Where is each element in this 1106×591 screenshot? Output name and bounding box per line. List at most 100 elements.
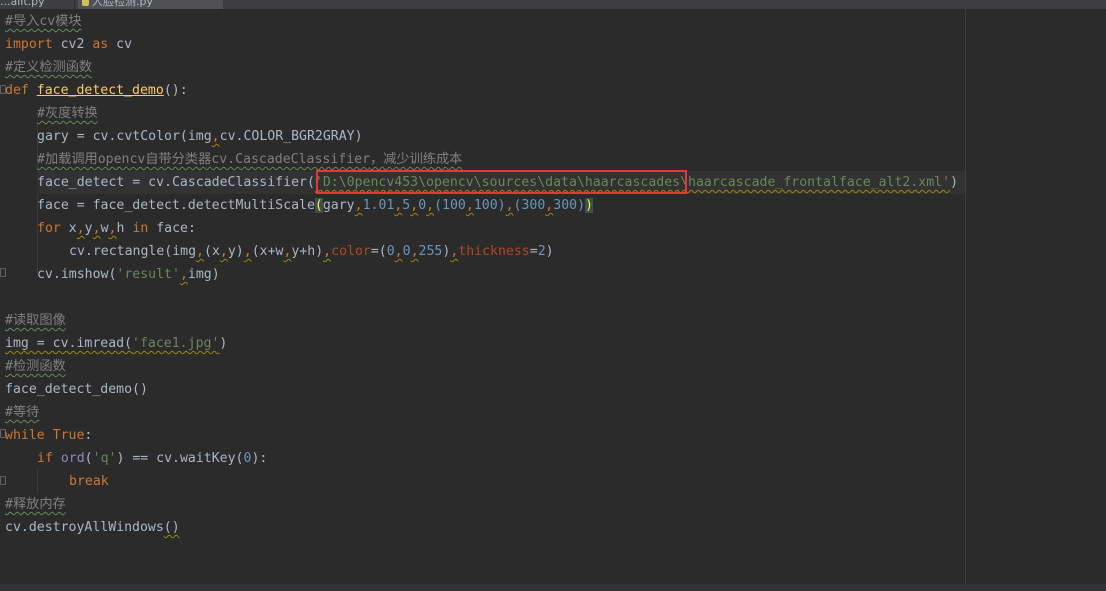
- keyword: for: [37, 221, 61, 236]
- code-token: cv.rectangle(img: [69, 244, 197, 259]
- code-line-4[interactable]: def face_detect_demo():: [5, 79, 188, 102]
- comma: ,: [410, 198, 419, 213]
- code-token: =: [529, 244, 538, 259]
- named-arg: color: [331, 244, 371, 259]
- code-line-5[interactable]: #灰度转换: [37, 102, 98, 125]
- number: 255: [418, 244, 443, 259]
- right-margin-guide: [965, 9, 966, 584]
- code-line-22[interactable]: #释放内存: [5, 493, 66, 516]
- code-line-15[interactable]: img = cv.imread('face1.jpg'): [5, 332, 227, 355]
- red-highlight-box: [316, 170, 687, 194]
- code-line-9[interactable]: face = face_detect.detectMultiScale(gary…: [37, 194, 593, 217]
- builtin-function: ord: [60, 451, 85, 466]
- python-file-icon: [82, 0, 89, 6]
- comma: ,: [243, 244, 252, 259]
- keyword: if: [37, 451, 53, 466]
- code-token: (x+w: [251, 244, 284, 259]
- code-line-2[interactable]: import cv2 as cv: [5, 33, 132, 56]
- string-literal: 'q': [92, 451, 117, 466]
- comma: ,: [426, 198, 435, 213]
- code-line-3[interactable]: #定义检测函数: [5, 56, 92, 79]
- code-token: face_detect_demo(): [5, 382, 148, 397]
- number: (300: [513, 198, 546, 213]
- code-token: cv.destroyAllWindows: [5, 520, 164, 535]
- code-token: x: [60, 221, 77, 236]
- string-literal: 'result': [116, 267, 180, 282]
- code-line-17[interactable]: face_detect_demo(): [5, 378, 148, 401]
- code-token: y+h): [291, 244, 324, 259]
- editor-tab-bar: ...ailt.py 人脸检测.py: [0, 0, 1106, 9]
- comma: ,: [465, 198, 474, 213]
- function-name: face_detect_demo: [36, 83, 164, 98]
- number: (100: [434, 198, 466, 213]
- code-token: cv: [108, 37, 133, 52]
- code-token: cv.COLOR_BGR2GRAY): [219, 129, 363, 144]
- keyword: break: [69, 474, 109, 489]
- code-token: y): [227, 244, 244, 259]
- fold-marker-icon[interactable]: [0, 476, 6, 485]
- code-token: (x: [204, 244, 220, 259]
- code-line-21[interactable]: break: [69, 470, 109, 493]
- indent-guide: [37, 469, 38, 494]
- code-token: face:: [148, 221, 196, 236]
- comma: ,: [354, 198, 363, 213]
- tab-label: 人脸检测.py: [92, 0, 153, 8]
- number: 0: [418, 198, 427, 213]
- named-arg: thickness: [458, 244, 530, 259]
- code-token: ): [219, 336, 228, 351]
- code-token: face_detect = cv.CascadeClassifier(: [37, 175, 315, 190]
- number: 0: [386, 244, 395, 259]
- code-token: face = face_detect.detectMultiScale: [37, 198, 315, 213]
- tab-file-1[interactable]: ...ailt.py: [0, 0, 75, 9]
- comment: #检测函数: [5, 359, 66, 374]
- code-line-20[interactable]: if ord('q') == cv.waitKey(0):: [37, 447, 267, 470]
- tab-active-file[interactable]: 人脸检测.py: [78, 0, 223, 9]
- code-token: img = cv.imread(: [5, 336, 133, 351]
- code-line-23[interactable]: cv.destroyAllWindows(): [5, 516, 180, 539]
- comma: ,: [92, 221, 101, 236]
- comment: #导入cv模块: [5, 14, 82, 29]
- code-line-1[interactable]: #导入cv模块: [5, 10, 82, 33]
- number: 100): [473, 198, 506, 213]
- code-token: cv2: [52, 37, 93, 52]
- code-line-14[interactable]: #读取图像: [5, 309, 66, 332]
- code-token: ):: [251, 451, 268, 466]
- comma: ,: [211, 129, 220, 144]
- code-line-16[interactable]: #检测函数: [5, 355, 66, 378]
- comma: ,: [179, 267, 188, 282]
- code-token: h: [116, 221, 133, 236]
- number: 2: [537, 244, 546, 259]
- comma: ,: [196, 244, 204, 259]
- code-token: (: [84, 451, 93, 466]
- code-line-12[interactable]: cv.imshow('result',img): [37, 263, 220, 286]
- keyword: def: [5, 83, 29, 98]
- comma: ,: [323, 244, 332, 259]
- keyword: while: [5, 428, 45, 443]
- matched-paren: (: [314, 198, 323, 213]
- code-line-11[interactable]: cv.rectangle(img,(x,y),(x+w,y+h),color=(…: [69, 240, 554, 263]
- code-token: ():: [163, 83, 188, 98]
- code-line-6[interactable]: gary = cv.cvtColor(img,cv.COLOR_BGR2GRAY…: [37, 125, 363, 148]
- comment: cv.CascadeClassifier: [211, 152, 371, 167]
- horizontal-scrollbar[interactable]: [0, 584, 1106, 591]
- code-token: (): [163, 520, 180, 535]
- tab-label: ...ailt.py: [0, 0, 45, 8]
- comment: #灰度转换: [37, 106, 98, 121]
- comment: #释放内存: [5, 497, 66, 512]
- comma: ,: [76, 221, 85, 236]
- number: 0: [402, 244, 411, 259]
- code-line-18[interactable]: #等待: [5, 401, 39, 424]
- code-token: ): [950, 175, 959, 190]
- number: 300): [553, 198, 586, 213]
- comma: ,: [394, 244, 403, 259]
- code-token: ): [545, 244, 554, 259]
- code-line-10[interactable]: for x,y,w,h in face:: [37, 217, 196, 240]
- comma: ,: [219, 244, 228, 259]
- keyword: True: [52, 428, 85, 443]
- comma: ,: [505, 198, 514, 213]
- fold-marker-icon[interactable]: [0, 268, 6, 277]
- code-line-19[interactable]: while True:: [5, 424, 92, 447]
- code-line-7[interactable]: #加载调用opencv自带分类器cv.CascadeClassifier，减少训…: [37, 148, 462, 171]
